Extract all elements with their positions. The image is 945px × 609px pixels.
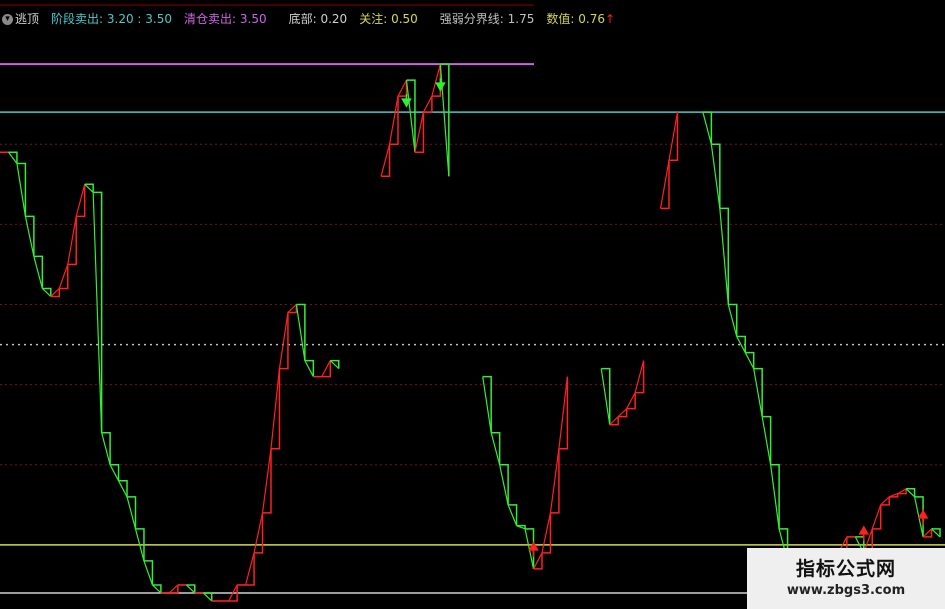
series-segment bbox=[261, 448, 272, 513]
clear-sell-value: 3.50 bbox=[239, 11, 267, 26]
value-legend: 数值: 0.76↑ bbox=[546, 10, 615, 27]
series-segment bbox=[75, 184, 86, 217]
series-segment bbox=[507, 504, 518, 526]
series-segment bbox=[126, 496, 137, 530]
series-segment bbox=[490, 432, 501, 465]
watch-legend: 关注: 0.50 bbox=[359, 10, 418, 27]
watermark-title: 指标公式网 bbox=[795, 558, 896, 580]
series-segment bbox=[278, 312, 289, 369]
series-segment bbox=[202, 592, 213, 602]
series-segment bbox=[549, 448, 560, 513]
indicator-title: 逃顶 bbox=[15, 11, 40, 26]
series-segment bbox=[600, 368, 611, 425]
series-segment bbox=[727, 304, 738, 337]
watermark-url: www.zbgs3.com bbox=[786, 583, 906, 598]
series-segment bbox=[499, 464, 509, 505]
series-segment bbox=[118, 480, 128, 498]
series-segment bbox=[92, 192, 103, 433]
series-segment bbox=[702, 112, 712, 145]
series-segment bbox=[7, 151, 18, 164]
series-segment bbox=[33, 256, 43, 289]
series-segment bbox=[871, 504, 882, 530]
series-segment bbox=[58, 264, 69, 289]
series-segment bbox=[24, 216, 35, 257]
series-segment bbox=[719, 208, 729, 305]
buy-arrow-icon bbox=[858, 525, 870, 541]
series-segment bbox=[321, 360, 331, 377]
series-segment bbox=[101, 432, 111, 465]
value-up-arrow-icon: ↑ bbox=[604, 11, 616, 26]
series-segment bbox=[253, 512, 264, 554]
value-value: 0.76 bbox=[578, 11, 605, 26]
series-segment bbox=[16, 163, 26, 217]
bottom-legend: 底部: 0.20 bbox=[289, 10, 348, 27]
bottom-label: 底部: bbox=[288, 11, 317, 26]
series-segment bbox=[422, 95, 433, 113]
series-segment bbox=[245, 552, 255, 586]
watch-label: 关注: bbox=[359, 11, 388, 26]
series-segment bbox=[295, 304, 306, 361]
stage-sell-label: 阶段卖出: bbox=[51, 11, 104, 26]
series-segment bbox=[922, 528, 932, 538]
value-label: 数值: bbox=[546, 11, 575, 26]
series-segment bbox=[931, 528, 941, 538]
watch-value: 0.50 bbox=[391, 11, 418, 26]
series-segment bbox=[905, 488, 916, 498]
series-segment bbox=[67, 216, 77, 265]
clear-sell-legend: 清仓卖出: 3.50 bbox=[184, 10, 267, 27]
series-segment bbox=[710, 144, 721, 209]
series-segment bbox=[626, 392, 636, 409]
indicator-menu-icon[interactable]: ▾ bbox=[2, 13, 13, 25]
series-segment bbox=[634, 360, 645, 393]
series-segment bbox=[617, 408, 628, 418]
indicator-chart bbox=[0, 4, 945, 602]
series-segment bbox=[270, 368, 281, 449]
indicator-name[interactable]: ▾ 逃顶 bbox=[2, 10, 39, 27]
stage-sell-value: 3.20 : 3.50 bbox=[106, 11, 172, 26]
boundary-label: 强弱分界线: bbox=[439, 11, 504, 26]
series-segment bbox=[880, 496, 890, 506]
series-segment bbox=[380, 144, 391, 177]
watermark: 指标公式网 www.zbgs3.com bbox=[747, 548, 945, 609]
series-segment bbox=[414, 112, 425, 153]
series-segment bbox=[558, 376, 568, 449]
series-segment bbox=[304, 360, 314, 377]
series-segment bbox=[152, 584, 162, 594]
sell-arrow-icon bbox=[435, 78, 446, 92]
series-segment bbox=[287, 304, 297, 313]
series-segment bbox=[50, 288, 60, 297]
series-segment bbox=[770, 464, 780, 529]
series-segment bbox=[388, 96, 399, 145]
series-segment bbox=[541, 512, 552, 554]
bottom-value: 0.20 bbox=[320, 11, 348, 26]
series-segment bbox=[405, 80, 416, 153]
series-segment bbox=[668, 112, 679, 161]
series-segment bbox=[84, 183, 94, 193]
series-segment bbox=[753, 368, 763, 417]
series-segment bbox=[329, 360, 340, 370]
series-segment bbox=[143, 560, 153, 586]
series-segment bbox=[431, 63, 441, 97]
series-segment bbox=[439, 64, 450, 177]
series-segment bbox=[109, 464, 120, 482]
boundary-value: 1.75 bbox=[507, 11, 535, 26]
legend-bar: ▾ 逃顶 阶段卖出: 3.20 : 3.50 清仓卖出: 3.50 底部: 0.2… bbox=[2, 8, 627, 28]
series-segment bbox=[168, 584, 179, 594]
series-segment bbox=[744, 352, 755, 369]
series-segment bbox=[532, 552, 543, 570]
stage-sell-legend: 阶段卖出: 3.20 : 3.50 bbox=[51, 10, 172, 27]
series-segment bbox=[397, 79, 408, 97]
series-segment bbox=[185, 584, 196, 594]
series-segment bbox=[41, 288, 52, 297]
series-segment bbox=[609, 416, 619, 426]
series-segment bbox=[659, 160, 670, 209]
series-segment bbox=[761, 416, 772, 465]
boundary-legend: 强弱分界线: 1.75 bbox=[440, 10, 535, 27]
clear-sell-label: 清仓卖出: bbox=[184, 11, 237, 26]
